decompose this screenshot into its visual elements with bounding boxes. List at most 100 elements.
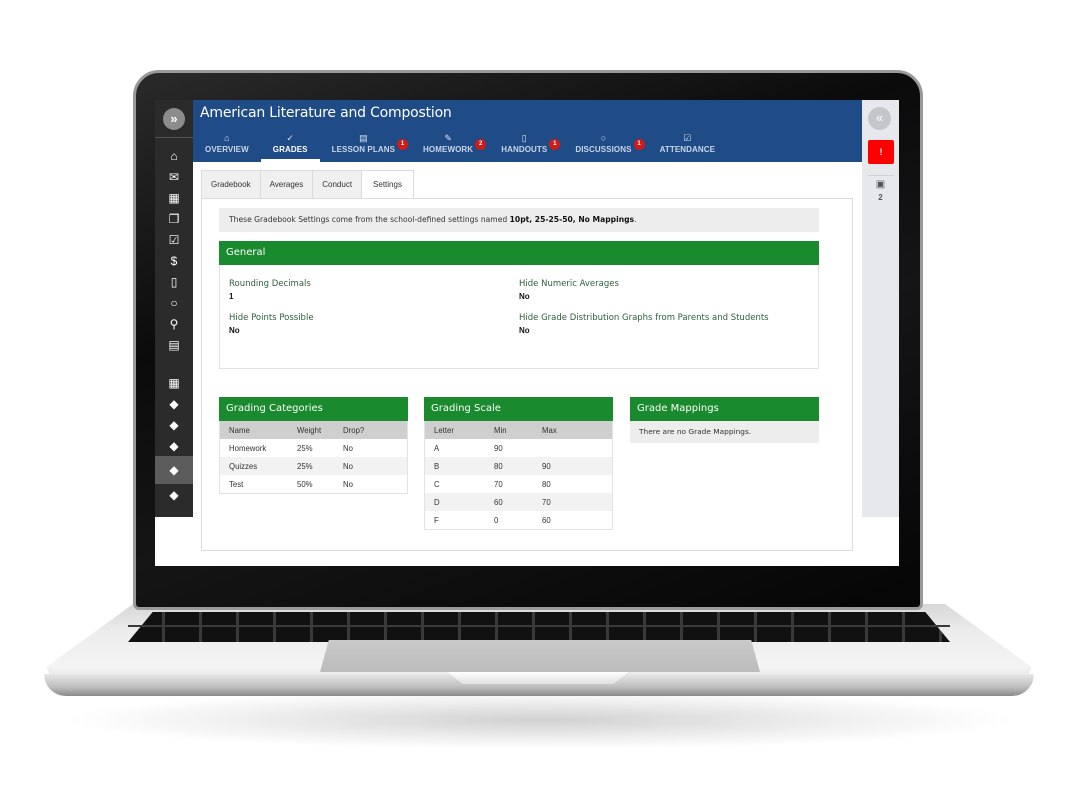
tab-label: ATTENDANCE	[659, 145, 716, 154]
settings-source-note: These Gradebook Settings come from the s…	[219, 208, 819, 232]
table-cell: No	[343, 479, 353, 489]
table-row: Test 50% No	[220, 475, 407, 493]
grading-scale-table: Letter Min Max A 90 B 80 90 C 70 80 D 60 70 F 0 60	[425, 421, 612, 529]
tab-grades[interactable]: ✓ GRADES	[260, 130, 320, 162]
dollar-icon: $	[170, 253, 178, 268]
file-icon: ▯	[170, 274, 178, 289]
lesson-plans-icon: ▤	[359, 133, 368, 143]
double-chevron-right-icon: »	[170, 110, 178, 126]
table-cell: 70	[494, 479, 503, 489]
column-header: Name	[229, 425, 250, 435]
table-row: B 80 90	[425, 457, 612, 475]
tab-discussions[interactable]: ○ DISCUSSIONS 1	[563, 130, 647, 162]
setting-label: Hide Points Possible	[229, 313, 314, 323]
table-cell: 60	[494, 497, 503, 507]
search-icon: ⚲	[169, 316, 179, 331]
graduation-cap-icon: ◆	[169, 438, 179, 453]
sidebar-item-report[interactable]: ▤	[155, 334, 193, 355]
table-cell: 90	[494, 443, 503, 453]
notification-badge: 1	[549, 139, 561, 150]
sidebar-item-dollar[interactable]: $	[155, 250, 193, 271]
discussions-icon: ○	[600, 133, 607, 143]
sidebar-item-search[interactable]: ⚲	[155, 313, 193, 334]
attendance-icon: ☑	[683, 133, 692, 143]
table-cell: 25%	[297, 461, 313, 471]
report-icon: ▤	[168, 337, 180, 352]
sidebar-course-item[interactable]: ◆	[155, 414, 193, 435]
sidebar-item-assignment-check[interactable]: ☑	[155, 229, 193, 250]
grid-icon: ▦	[168, 375, 180, 390]
grading-categories-heading: Grading Categories	[219, 397, 408, 421]
subtab-conduct[interactable]: Conduct	[312, 170, 362, 199]
table-cell: 50%	[297, 479, 313, 489]
collapse-panel-button[interactable]: «	[868, 107, 891, 130]
documents-icon: ❐	[168, 211, 180, 226]
table-cell: No	[343, 443, 353, 453]
sidebar-course-item[interactable]: ◆	[155, 456, 193, 484]
settings-name: 10pt, 25-25-50, No Mappings	[509, 215, 635, 224]
sidebar-course-item[interactable]: ◆	[155, 435, 193, 456]
grade-mappings-empty-message: There are no Grade Mappings.	[630, 421, 819, 443]
sidebar-item-chat[interactable]: ○	[155, 292, 193, 313]
table-row: Homework 25% No	[220, 439, 407, 457]
table-cell	[533, 439, 612, 457]
tab-label: OVERVIEW	[205, 145, 249, 154]
tab-lesson-plans[interactable]: ▤ LESSON PLANS 1	[320, 130, 411, 162]
setting-label: Hide Grade Distribution Graphs from Pare…	[519, 313, 769, 323]
graduation-cap-icon: ◆	[169, 396, 179, 411]
grades-icon: ✓	[286, 133, 294, 143]
laptop-keyboard-row	[128, 625, 950, 627]
sidebar-course-item[interactable]: ◆	[155, 393, 193, 414]
setting-hide-grade-distribution: Hide Grade Distribution Graphs from Pare…	[519, 311, 779, 335]
setting-value: 1	[229, 292, 234, 301]
table-cell: 80	[494, 461, 503, 471]
sidebar-item-file[interactable]: ▯	[155, 271, 193, 292]
table-row: C 70 80	[425, 475, 612, 493]
home-icon: ⌂	[170, 148, 178, 163]
graduation-cap-icon: ◆	[169, 417, 179, 432]
general-section: General Rounding Decimals 1 Hide Points …	[219, 241, 819, 369]
setting-rounding-decimals: Rounding Decimals 1	[229, 277, 489, 301]
calendar-icon: ▦	[168, 190, 180, 205]
table-cell: 70	[542, 497, 551, 507]
table-cell: 80	[542, 479, 551, 489]
table-cell: A	[434, 443, 440, 453]
tab-label: GRADES	[272, 145, 308, 154]
course-nav: ⌂ OVERVIEW ✓ GRADES ▤ LESSON PLANS 1 ✎ HOMEWORK 2…	[193, 130, 727, 162]
table-cell: B	[434, 461, 440, 471]
tab-overview[interactable]: ⌂ OVERVIEW	[193, 130, 261, 162]
tab-handouts[interactable]: ▯ HANDOUTS 1	[489, 130, 563, 162]
tab-homework[interactable]: ✎ HOMEWORK 2	[411, 130, 489, 162]
sidebar-item-home[interactable]: ⌂	[155, 145, 193, 166]
handouts-icon: ▯	[521, 133, 527, 143]
table-cell: F	[434, 515, 439, 525]
alert-button[interactable]: !	[868, 140, 894, 164]
notification-badge: 1	[633, 139, 645, 150]
sidebar-item-documents[interactable]: ❐	[155, 208, 193, 229]
tab-attendance[interactable]: ☑ ATTENDANCE	[648, 130, 728, 162]
main-content: Gradebook Averages Conduct Settings These G…	[201, 170, 853, 551]
laptop-notch	[448, 672, 628, 684]
overview-icon: ⌂	[224, 133, 230, 143]
table-cell: 60	[542, 515, 551, 525]
sidebar-item-calendar[interactable]: ▦	[155, 187, 193, 208]
calendar-icon[interactable]: ▣	[862, 179, 899, 190]
grading-scale-card: Grading Scale Letter Min Max A 90 B 80 90 C 70 80…	[424, 397, 613, 530]
subtab-averages[interactable]: Averages	[259, 170, 313, 199]
table-row: D 60 70	[425, 493, 612, 511]
notification-badge: 1	[397, 139, 409, 150]
grade-mappings-heading: Grade Mappings	[630, 397, 819, 421]
note-suffix: .	[634, 215, 637, 224]
sidebar-course-item[interactable]: ◆	[155, 484, 193, 505]
grading-categories-card: Grading Categories Name Weight Drop? Homew…	[219, 397, 408, 494]
grade-mappings-card: Grade Mappings There are no Grade Mappin…	[630, 397, 819, 443]
tab-label: HOMEWORK	[423, 145, 474, 154]
subtab-settings[interactable]: Settings	[361, 170, 414, 199]
expand-sidebar-button[interactable]: »	[163, 107, 185, 130]
sidebar-item-mail[interactable]: ✉	[155, 166, 193, 187]
subtab-gradebook[interactable]: Gradebook	[201, 170, 260, 199]
sidebar-course-item[interactable]: ▦	[155, 372, 193, 393]
table-row: Quizzes 25% No	[220, 457, 407, 475]
table-header-row: Letter Min Max	[425, 421, 612, 439]
setting-label: Hide Numeric Averages	[519, 279, 619, 289]
